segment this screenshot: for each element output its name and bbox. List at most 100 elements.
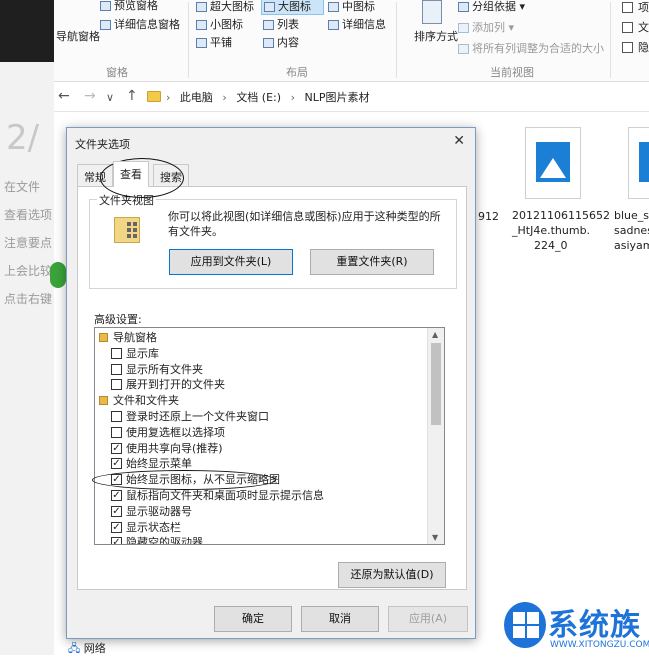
settings-option-label: 展开到打开的文件夹 [126,378,225,392]
apply-to-folders-button[interactable]: 应用到文件夹(L) [169,249,293,275]
settings-option[interactable]: 登录时还原上一个文件夹窗口 [95,409,425,424]
settings-option-label: 登录时还原上一个文件夹窗口 [126,410,269,423]
close-icon[interactable]: ✕ [453,133,465,149]
checkbox[interactable] [111,363,122,375]
windows-logo-icon [504,602,546,648]
checkbox[interactable]: ✓ [111,505,122,517]
scroll-down-icon[interactable]: ▼ [432,533,438,542]
folder-icon [147,91,161,102]
group-divider [610,2,611,78]
layout-small-icons[interactable]: 小图标 [196,16,243,32]
checkbox[interactable] [111,379,122,391]
checkbox[interactable] [111,426,122,438]
scroll-thumb[interactable] [431,343,441,425]
add-column-button[interactable]: 添加列 ▾ [458,19,514,35]
folder-icon [99,396,108,406]
layout-group-label: 布局 [286,66,308,79]
reset-folders-button[interactable]: 重置文件夹(R) [310,249,434,275]
layout-tiles[interactable]: 平铺 [196,34,232,50]
apply-button[interactable]: 应用(A) [388,606,468,632]
checkbox[interactable]: ✓ [111,442,122,454]
back-arrow-icon[interactable]: ← [58,88,70,104]
dark-header-strip [0,0,54,62]
tab-view[interactable]: 查看 [113,161,149,187]
article-fragment: 上会比较 [4,264,53,278]
file-name[interactable]: 912 [478,209,499,224]
settings-option[interactable]: 显示库 [95,346,425,361]
item-checkboxes-toggle[interactable] [622,2,633,13]
preview-pane-icon [100,1,111,11]
article-fragment: 在文件 [4,180,41,194]
settings-option-label: 显示状态栏 [126,520,181,534]
watermark: 系统族 WWW.XITONGZU.COM [504,598,649,655]
step-number: 2/ [6,118,40,158]
image-file-icon[interactable] [628,127,649,199]
settings-option[interactable]: ✓ 隐藏空的驱动器 [95,535,425,544]
settings-option-label: 显示驱动器号 [126,504,192,518]
file-name[interactable]: blue_sc sadnes asiyam [614,208,649,253]
cancel-button[interactable]: 取消 [301,606,379,632]
preview-pane-button[interactable]: 预览窗格 [100,0,158,13]
breadcrumb-item[interactable]: 此电脑 [180,91,213,104]
scrollbar[interactable]: ▲ ▼ [427,328,444,544]
network-icon: 🖧 [68,642,81,655]
scroll-up-icon[interactable]: ▲ [432,330,438,339]
settings-category-label: 文件和文件夹 [113,394,179,408]
details-pane-button[interactable]: 详细信息窗格 [100,16,180,32]
checkbox[interactable]: ✓ [111,490,122,501]
sort-by-button[interactable]: 排序方式 [414,28,458,44]
hidden-items-toggle[interactable] [622,42,633,53]
dialog-title: 文件夹选项 [75,138,130,151]
group-divider [188,2,189,78]
nav-pane-button[interactable]: 导航窗格 [56,28,100,44]
layout-details[interactable]: 详细信息 [328,16,386,32]
group-divider [396,2,397,78]
restore-defaults-button[interactable]: 还原为默认值(D) [338,562,446,588]
advanced-settings-list[interactable]: 导航窗格显示库显示所有文件夹 展开到打开的文件夹文件和文件夹登录时还原上一个文件夹… [94,327,445,545]
layout-content[interactable]: 内容 [263,34,299,50]
forward-arrow-icon[interactable]: → [84,88,96,104]
image-file-icon[interactable] [525,127,581,199]
settings-option[interactable]: ✓ 使用共享向导(推荐) [95,441,425,456]
layout-extra-large-icons[interactable]: 超大图标 [196,0,254,14]
recent-chevron-icon[interactable]: ∨ [106,91,114,104]
settings-option[interactable]: ✓ 显示驱动器号 [95,504,425,519]
checkbox[interactable] [111,411,122,422]
settings-option[interactable]: 展开到打开的文件夹 [95,377,425,392]
extensions-toggle[interactable] [622,22,633,33]
settings-option[interactable]: ✓ 显示状态栏 [95,520,425,535]
checkbox[interactable]: ✓ [111,521,122,533]
checkbox[interactable]: ✓ [111,537,122,544]
settings-option-label: 使用共享向导(推荐) [126,441,223,455]
settings-option[interactable]: 显示所有文件夹 [95,362,425,377]
folder-view-icon [114,217,140,243]
watermark-name: 系统族 [548,608,641,643]
show-hide-label: 隐 [638,41,649,54]
show-hide-label: 项 [638,1,649,14]
file-name[interactable]: 20121106115652 _HtJ4e.thumb. 224_0 [512,208,610,253]
settings-option-label: 使用复选框以选择项 [126,425,225,439]
settings-option[interactable]: ✓ 鼠标指向文件夹和桌面项时显示提示信息 [95,488,425,503]
ok-button[interactable]: 确定 [214,606,292,632]
float-tab[interactable] [50,262,66,288]
settings-option[interactable]: ✓ 始终显示菜单 [95,456,425,471]
folder-options-dialog: 文件夹选项 ✕ 常规 查看 搜索 文件夹视图 你可以将此视图(如详细信息或图标)… [66,127,476,639]
nav-item-network[interactable]: 🖧 网络 [68,640,106,659]
layout-large-icons[interactable]: 大图标 [261,0,324,15]
checkbox[interactable]: ✓ [111,458,122,470]
breadcrumb-item[interactable]: NLP图片素材 [304,91,369,104]
settings-category: 文件和文件夹 [95,393,425,408]
settings-option-label: 显示库 [126,346,159,360]
settings-option[interactable]: 使用复选框以选择项 [95,425,425,440]
up-arrow-icon[interactable]: ↑ [126,88,138,104]
folder-icon [99,333,108,342]
breadcrumb-item[interactable]: 文档 (E:) [236,91,281,104]
group-by-button[interactable]: 分组依据 ▾ [458,0,525,14]
breadcrumb[interactable]: › 此电脑 › 文档 (E:) › NLP图片素材 [166,89,375,105]
settings-category-label: 导航窗格 [113,331,157,344]
fit-columns-button[interactable]: 将所有列调整为合适的大小 [458,40,604,56]
article-fragment: 注意要点 [4,236,53,250]
layout-medium-icons[interactable]: 中图标 [328,0,375,14]
checkbox[interactable] [111,347,122,359]
layout-list[interactable]: 列表 [263,16,299,32]
